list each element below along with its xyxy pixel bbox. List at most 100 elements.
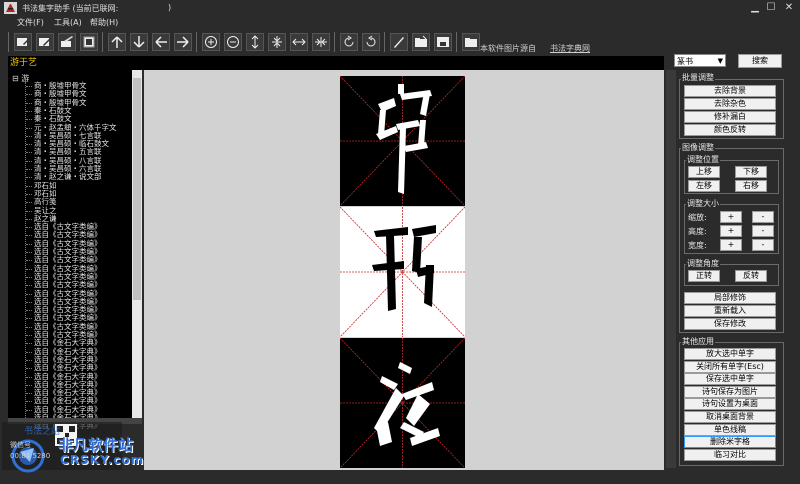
stretch-vertical-icon[interactable] [246, 33, 264, 51]
style-select-value: 篆书 [677, 57, 693, 66]
close-button[interactable]: ✕ [782, 1, 796, 15]
tree-branch-line [26, 110, 32, 112]
edit-box-icon[interactable] [80, 33, 98, 51]
scale-minus-button[interactable]: - [752, 211, 774, 223]
tree-connector [25, 82, 26, 420]
search-button[interactable]: 搜索 [738, 54, 782, 68]
canvas-scrollbar[interactable] [666, 70, 676, 468]
title-bar [0, 0, 800, 16]
rotate-backward-button[interactable]: 反转 [735, 270, 767, 282]
zoom-in-icon[interactable] [202, 33, 220, 51]
toolbar-separator [456, 32, 457, 52]
menu-bar [0, 16, 800, 28]
folder-icon[interactable] [462, 33, 480, 51]
collapse-icon[interactable]: ⊟ [12, 74, 19, 83]
toolbar-separator [102, 32, 103, 52]
rotate-cw-icon[interactable] [340, 33, 358, 51]
close-all-button[interactable]: 关闭所有单字(Esc) [684, 360, 776, 373]
height-minus-button[interactable]: - [752, 225, 774, 237]
save-image-icon[interactable] [434, 33, 452, 51]
rotate-forward-button[interactable]: 正转 [688, 270, 720, 282]
zoom-out-icon[interactable] [224, 33, 242, 51]
set-wallpaper-button[interactable]: 诗句设置为桌面 [684, 398, 776, 411]
move-right-button[interactable]: 右移 [735, 180, 767, 192]
watermark-overlay-text: 书法之站 [24, 427, 61, 437]
reload-button[interactable]: 重新载入 [684, 305, 776, 317]
width-minus-button[interactable]: - [752, 239, 774, 251]
remove-background-button[interactable]: 去除背景 [684, 85, 776, 97]
toolbar-separator [384, 32, 385, 52]
local-retouch-button[interactable]: 局部修饰 [684, 292, 776, 304]
char-cell-yu[interactable] [340, 207, 465, 337]
watermark-site-domain: CRSKY.com [60, 453, 145, 467]
char-cell-you[interactable] [340, 76, 465, 206]
tree-branch-line [26, 401, 32, 403]
toolbar-grip [8, 32, 9, 52]
tree-branch-line [26, 359, 32, 361]
save-selected-button[interactable]: 保存选中单字 [684, 373, 776, 386]
arrow-down-icon[interactable] [130, 33, 148, 51]
move-down-button[interactable]: 下移 [735, 166, 767, 178]
poem-input[interactable]: 游于艺 [8, 56, 664, 70]
height-plus-button[interactable]: + [720, 225, 742, 237]
tree-branch-line [26, 235, 32, 237]
shrink-vertical-icon[interactable] [268, 33, 286, 51]
watermark-wechat-label: 微信号 [10, 441, 31, 449]
tree-branch-line [26, 243, 32, 245]
tree-branch-line [26, 177, 32, 179]
edit-erase-icon[interactable] [14, 33, 32, 51]
tree-branch-line [26, 268, 32, 270]
remove-grid-button[interactable]: 删除米字格 [684, 436, 776, 449]
cancel-wallpaper-button[interactable]: 取消桌面背景 [684, 411, 776, 423]
tree-branch-line [26, 393, 32, 395]
arrow-up-icon[interactable] [108, 33, 126, 51]
menu-tools[interactable]: 工具(A) [54, 17, 82, 28]
rotate-ccw-icon[interactable] [362, 33, 380, 51]
practice-compare-button[interactable]: 临习对比 [684, 448, 776, 461]
brush-icon[interactable] [390, 33, 408, 51]
stretch-horizontal-icon[interactable] [290, 33, 308, 51]
minimize-button[interactable]: ▁ [748, 1, 762, 15]
source-text: 本软件图片源自 [480, 44, 536, 53]
enlarge-selected-button[interactable]: 放大选中单字 [684, 348, 776, 360]
line-draft-button[interactable]: 单色线稿 [684, 423, 776, 436]
source-link[interactable]: 书法字典网 [550, 43, 590, 54]
style-select[interactable]: 篆书 ▼ [674, 54, 726, 67]
tree-branch-line [26, 318, 32, 320]
move-up-button[interactable]: 上移 [688, 166, 720, 178]
save-changes-button[interactable]: 保存修改 [684, 318, 776, 330]
menu-file[interactable]: 文件(F) [17, 17, 44, 28]
remove-noise-button[interactable]: 去除杂色 [684, 98, 776, 110]
arrow-left-icon[interactable] [152, 33, 170, 51]
char-cell-yi[interactable] [340, 338, 465, 468]
tree-branch-line [26, 119, 32, 121]
scale-label: 缩放: [688, 213, 707, 222]
tree-branch-line [26, 210, 32, 212]
window-title: 书法集字助手 (当前已联网: [22, 4, 119, 13]
window-title-suffix: ) [168, 3, 172, 12]
move-left-button[interactable]: 左移 [688, 180, 720, 192]
tree-branch-line [26, 260, 32, 262]
chevron-down-icon: ▼ [717, 57, 723, 65]
batch-adjust-title: 批量调整 [681, 72, 715, 83]
tree-root[interactable]: ⊟ 游 [12, 73, 29, 84]
position-title: 调整位置 [686, 154, 720, 165]
tree-branch-line [26, 227, 32, 229]
maximize-button[interactable]: ☐ [764, 1, 778, 15]
arrow-right-icon[interactable] [174, 33, 192, 51]
shrink-horizontal-icon[interactable] [312, 33, 330, 51]
width-plus-button[interactable]: + [720, 239, 742, 251]
invert-color-button[interactable]: 颜色反转 [684, 124, 776, 136]
tree-branch-line [26, 376, 32, 378]
menu-help[interactable]: 帮助(H) [90, 17, 118, 28]
save-poem-image-button[interactable]: 诗句保存为图片 [684, 385, 776, 398]
scale-plus-button[interactable]: + [720, 211, 742, 223]
tree-scrollbar-thumb[interactable] [133, 78, 141, 300]
edit-brush-icon[interactable] [58, 33, 76, 51]
edit-pen-icon[interactable] [36, 33, 54, 51]
fill-white-gaps-button[interactable]: 修补漏白 [684, 111, 776, 123]
open-folder-icon[interactable] [412, 33, 430, 51]
tree-branch-line [26, 169, 32, 170]
tree-branch-line [26, 335, 32, 336]
tree-branch-line [26, 368, 32, 370]
